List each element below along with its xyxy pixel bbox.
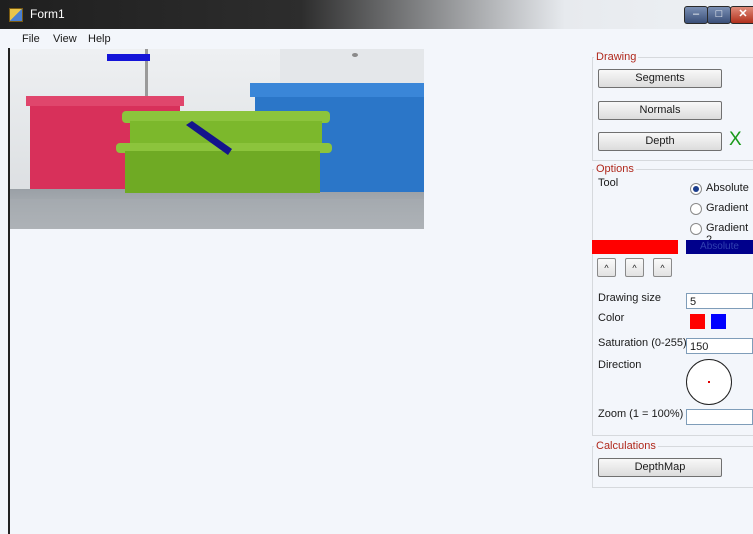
- stepper-up-3[interactable]: ^: [653, 258, 672, 277]
- image-canvas[interactable]: [10, 49, 424, 229]
- menu-view[interactable]: View: [53, 33, 77, 45]
- app-icon: [9, 8, 23, 22]
- radio-gradient[interactable]: [690, 203, 702, 215]
- zoom-input[interactable]: [686, 409, 753, 425]
- minimize-button[interactable]: –: [684, 6, 708, 24]
- drawing-size-label: Drawing size: [598, 292, 661, 304]
- caret-up-icon: ^: [604, 263, 609, 273]
- color-swatch-red[interactable]: [690, 314, 705, 329]
- tool-label: Tool: [598, 177, 619, 189]
- depthmap-button[interactable]: DepthMap: [598, 458, 722, 477]
- maximize-icon: □: [715, 8, 723, 20]
- color-label: Color: [598, 312, 625, 324]
- direction-label: Direction: [598, 359, 642, 371]
- caret-up-icon: ^: [632, 263, 637, 273]
- menu-help[interactable]: Help: [88, 33, 111, 45]
- photo-scene: [10, 49, 424, 229]
- close-button[interactable]: ✕: [730, 6, 753, 24]
- primary-color-bar[interactable]: [592, 240, 678, 254]
- mode-bar: Absolute: [686, 240, 753, 254]
- depth-button[interactable]: Depth: [598, 132, 722, 151]
- title-bar[interactable]: [0, 0, 753, 29]
- radio-absolute-label: Absolute: [706, 182, 749, 194]
- direction-dial[interactable]: [686, 359, 732, 405]
- close-icon: ✕: [738, 8, 748, 20]
- caret-up-icon: ^: [660, 263, 665, 273]
- drawing-group-label: Drawing: [594, 51, 639, 63]
- mode-bar-label: Absolute: [700, 241, 739, 252]
- menu-bar: [0, 29, 753, 48]
- stepper-up-2[interactable]: ^: [625, 258, 644, 277]
- normals-button[interactable]: Normals: [598, 101, 722, 120]
- window-title: Form1: [30, 7, 65, 21]
- depth-status-mark: X: [729, 129, 742, 150]
- radio-gradient-label: Gradient: [706, 202, 749, 214]
- stepper-up-1[interactable]: ^: [597, 258, 616, 277]
- options-group-label: Options: [594, 163, 636, 175]
- direction-dial-marker: [708, 381, 710, 383]
- zoom-label: Zoom (1 = 100%): [598, 408, 684, 420]
- radio-absolute[interactable]: [690, 183, 702, 195]
- calculations-group-label: Calculations: [594, 440, 658, 452]
- color-swatch-blue[interactable]: [711, 314, 726, 329]
- saturation-input[interactable]: 150: [686, 338, 753, 354]
- segments-button[interactable]: Segments: [598, 69, 722, 88]
- menu-file[interactable]: File: [22, 33, 40, 45]
- maximize-button[interactable]: □: [707, 6, 731, 24]
- radio-gradient-2[interactable]: [690, 223, 702, 235]
- drawing-size-input[interactable]: 5: [686, 293, 753, 309]
- minimize-icon: –: [692, 8, 700, 20]
- saturation-label: Saturation (0-255): [598, 337, 687, 349]
